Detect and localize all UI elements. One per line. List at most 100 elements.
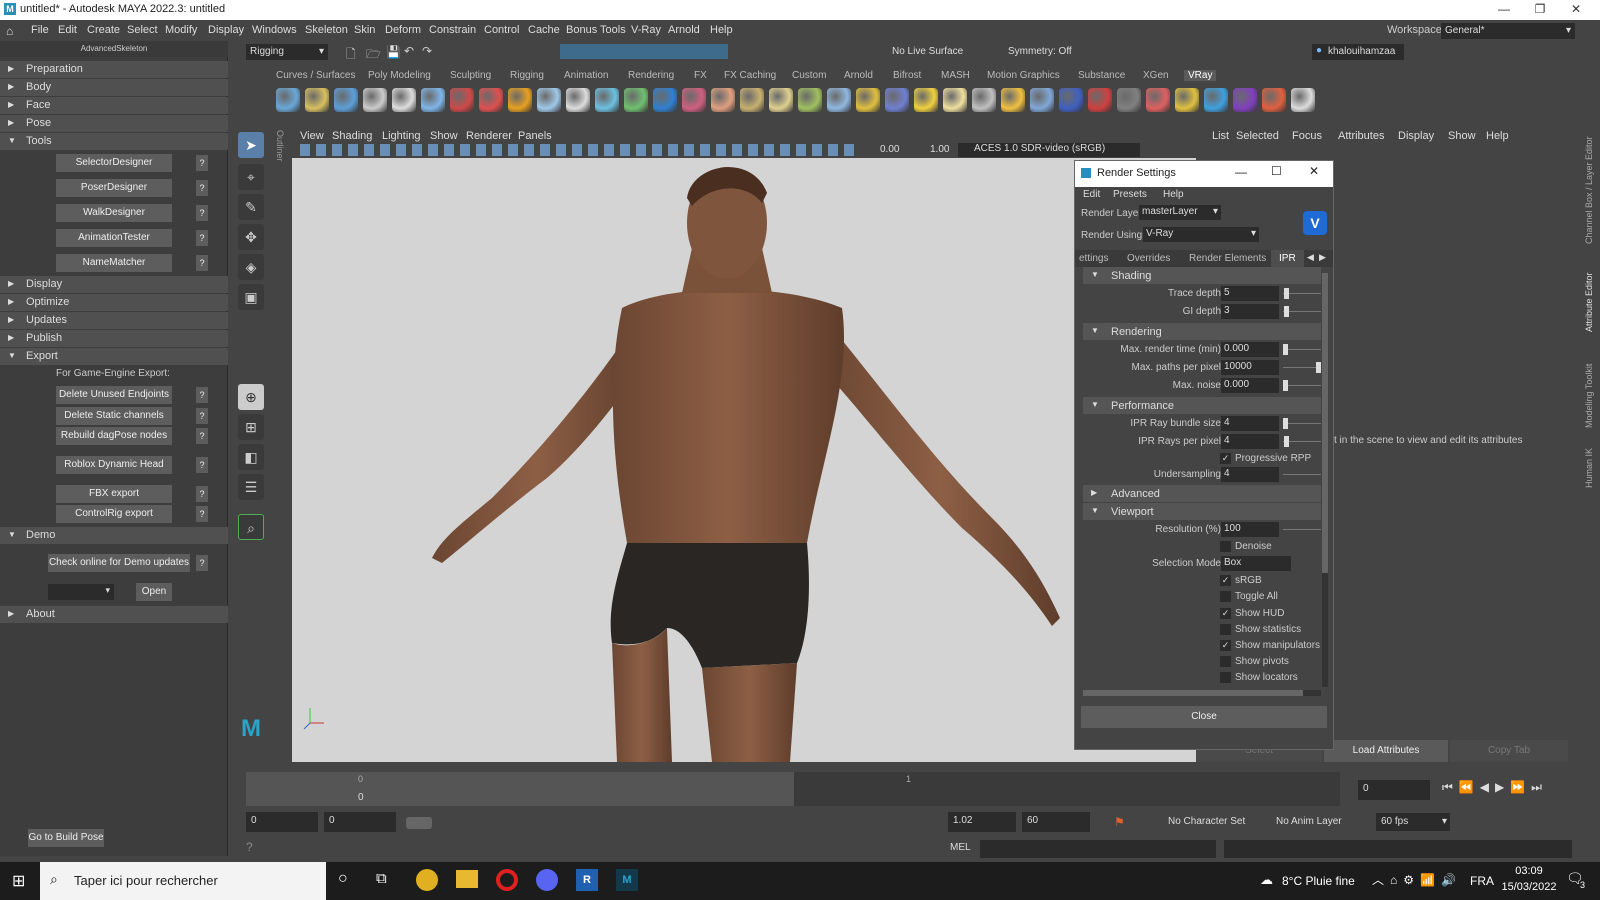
mel-input[interactable] (980, 840, 1216, 858)
undo-icon[interactable]: ↶ (404, 44, 414, 58)
tab-scroll-right-icon[interactable]: ▶ (1319, 252, 1326, 263)
shelf-tab[interactable]: Curves / Surfaces (276, 70, 355, 81)
slider-knob[interactable] (1316, 362, 1321, 373)
rs-tab-render-elements[interactable]: Render Elements (1189, 253, 1266, 264)
vray-shelf-tool-icon[interactable] (711, 88, 735, 112)
weather-icon[interactable]: ☁ (1260, 872, 1273, 888)
max-render-time-slider[interactable] (1283, 349, 1321, 350)
attr-menu-display[interactable]: Display (1398, 130, 1434, 142)
progressive-rpp-checkbox[interactable]: ✓ (1220, 453, 1231, 464)
section-publish[interactable]: ▶ Publish (0, 330, 228, 347)
help-button[interactable]: ? (196, 555, 208, 571)
shelf-tab[interactable]: Poly Modeling (368, 70, 431, 81)
tab-scroll-left-icon[interactable]: ◀ (1307, 252, 1314, 263)
attr-menu-attributes[interactable]: Attributes (1338, 130, 1384, 142)
section-pose[interactable]: ▶ Pose (0, 115, 228, 132)
delete-static-channels-button[interactable]: Delete Static channels (56, 407, 172, 425)
menu-vray[interactable]: V-Ray (631, 24, 661, 36)
vray-shelf-tool-icon[interactable] (421, 88, 445, 112)
rs-menu-edit[interactable]: Edit (1083, 189, 1100, 200)
vray-shelf-tool-icon[interactable] (363, 88, 387, 112)
toggle-all-checkbox[interactable] (1220, 591, 1231, 602)
shelf-tab[interactable]: Arnold (844, 70, 873, 81)
home-icon[interactable]: ⌂ (6, 24, 13, 38)
menu-skin[interactable]: Skin (354, 24, 375, 36)
rs-section-shading[interactable]: ▼ Shading (1083, 267, 1321, 284)
exposure-value[interactable]: 0.00 (880, 144, 899, 155)
show-manipulators-checkbox[interactable]: ✓ (1220, 640, 1231, 651)
tray-icons[interactable]: ︿⌂⚙📶🔊 (1372, 871, 1462, 888)
lasso-tool-icon[interactable]: ⌖ (238, 164, 264, 190)
section-display[interactable]: ▶ Display (0, 276, 228, 293)
menu-select[interactable]: Select (127, 24, 158, 36)
shelf-tab[interactable]: Substance (1078, 70, 1125, 81)
redo-icon[interactable]: ↷ (422, 44, 432, 58)
vray-shelf-tool-icon[interactable] (1117, 88, 1141, 112)
search-icon[interactable]: ⌕ (238, 514, 264, 540)
taskbar-search[interactable]: ⌕ Taper ici pour rechercher (40, 862, 326, 900)
shelf-tab[interactable]: XGen (1143, 70, 1169, 81)
section-optimize[interactable]: ▶ Optimize (0, 294, 228, 311)
workspace-dropdown[interactable]: General* ▾ (1441, 23, 1575, 39)
attr-menu-selected[interactable]: Selected (1236, 130, 1279, 142)
render-using-dropdown[interactable]: V-Ray ▾ (1143, 227, 1259, 242)
live-surface[interactable]: No Live Surface (892, 46, 963, 57)
vray-shelf-tool-icon[interactable] (1204, 88, 1228, 112)
vray-shelf-tool-icon[interactable] (1030, 88, 1054, 112)
minimize-icon[interactable]: — (1235, 165, 1247, 179)
rotate-tool-icon[interactable]: ◈ (238, 254, 264, 280)
section-tools[interactable]: ▼ Tools (0, 133, 228, 150)
max-noise-slider[interactable] (1283, 385, 1321, 386)
vray-shelf-tool-icon[interactable] (827, 88, 851, 112)
help-button[interactable]: ? (196, 180, 208, 196)
windows-start-icon[interactable]: ⊞ (12, 871, 25, 891)
playback-controls-icon[interactable]: ⏮⏪◀▶⏩⏭ (1442, 780, 1548, 795)
close-button[interactable]: Close (1081, 706, 1327, 728)
undersampling-field[interactable]: 4 (1221, 467, 1279, 482)
help-line-icon[interactable]: ? (246, 840, 253, 854)
shelf-tab[interactable]: Custom (792, 70, 826, 81)
symmetry[interactable]: Symmetry: Off (1008, 46, 1072, 57)
max-render-time-field[interactable]: 0.000 (1221, 342, 1279, 357)
menu-arnold[interactable]: Arnold (668, 24, 700, 36)
scale-tool-icon[interactable]: ▣ (238, 284, 264, 310)
panel-menu-panels[interactable]: Panels (518, 130, 552, 142)
shelf-tab[interactable]: Motion Graphics (987, 70, 1060, 81)
vray-shelf-tool-icon[interactable] (1146, 88, 1170, 112)
anim-layer[interactable]: No Anim Layer (1276, 816, 1342, 827)
key-icon[interactable]: ⚑ (1114, 815, 1125, 829)
rs-menu-presets[interactable]: Presets (1113, 189, 1147, 200)
menu-windows[interactable]: Windows (252, 24, 297, 36)
menu-display[interactable]: Display (208, 24, 244, 36)
rs-section-performance[interactable]: ▼ Performance (1083, 397, 1321, 414)
discord-icon[interactable] (536, 869, 558, 891)
check-demo-updates-button[interactable]: Check online for Demo updates (48, 554, 190, 572)
rs-tab-overrides[interactable]: Overrides (1127, 253, 1170, 264)
user-account[interactable]: ● khalouihamzaa (1312, 44, 1404, 60)
help-button[interactable]: ? (196, 457, 208, 473)
walk-designer-button[interactable]: WalkDesigner (56, 204, 172, 222)
show-hud-checkbox[interactable]: ✓ (1220, 608, 1231, 619)
rs-section-viewport[interactable]: ▼ Viewport (1083, 503, 1321, 520)
side-tab-human-ik[interactable]: Human IK (1584, 444, 1594, 488)
move-tool-icon[interactable]: ✥ (238, 224, 264, 250)
selector-designer-button[interactable]: SelectorDesigner (56, 154, 172, 172)
help-button[interactable]: ? (196, 428, 208, 444)
opera-icon[interactable] (496, 869, 518, 891)
shelf-tab[interactable]: Rendering (628, 70, 674, 81)
layout-single-icon[interactable]: ⊕ (238, 384, 264, 410)
rebuild-dagpose-button[interactable]: Rebuild dagPose nodes (56, 427, 172, 445)
vray-shelf-tool-icon[interactable] (1088, 88, 1112, 112)
help-button[interactable]: ? (196, 408, 208, 424)
rs-menu-help[interactable]: Help (1163, 189, 1184, 200)
time-slider[interactable]: 0 1 0 (246, 772, 1340, 806)
attr-menu-focus[interactable]: Focus (1292, 130, 1322, 142)
shelf-tab[interactable]: FX (694, 70, 707, 81)
layout-two-icon[interactable]: ◧ (238, 444, 264, 470)
attr-menu-help[interactable]: Help (1486, 130, 1509, 142)
help-button[interactable]: ? (196, 486, 208, 502)
current-frame-field[interactable]: 0 (1358, 780, 1430, 800)
shelf-tab[interactable]: Animation (564, 70, 608, 81)
vray-shelf-tool-icon[interactable] (305, 88, 329, 112)
show-pivots-checkbox[interactable] (1220, 656, 1231, 667)
